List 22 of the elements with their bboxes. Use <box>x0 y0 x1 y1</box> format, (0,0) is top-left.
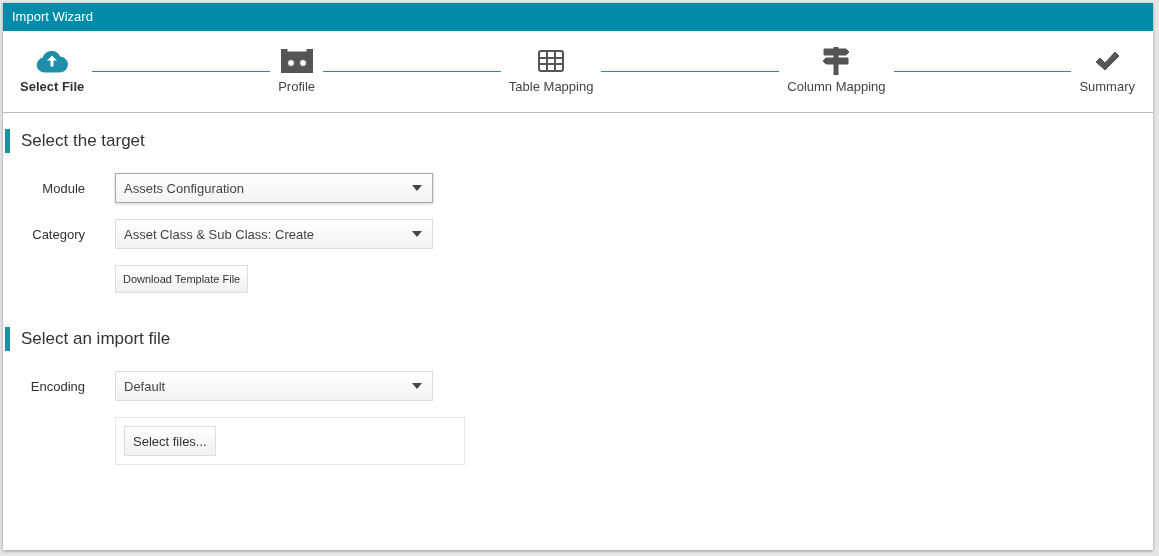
wizard-step[interactable]: Select File <box>20 47 85 94</box>
select-files-button[interactable]: Select files... <box>124 426 216 456</box>
field-label: Module <box>41 180 85 196</box>
download-button[interactable]: Download Template File <box>115 265 249 293</box>
wizard-step[interactable]: Profile <box>278 47 315 94</box>
signpost-icon <box>822 47 851 75</box>
dropdown[interactable]: Assets Configuration <box>115 173 433 203</box>
field-label: Encoding <box>29 378 85 394</box>
field-label: Category <box>31 226 85 242</box>
wizard-step[interactable]: Summary <box>1079 47 1135 94</box>
dropdown-arrow-icon <box>412 383 422 389</box>
dropdown[interactable]: Default <box>115 371 433 401</box>
section-heading: Select the target <box>5 129 1153 153</box>
section-heading: Select an import file <box>5 327 1153 351</box>
wizard-step[interactable]: Column Mapping <box>787 47 886 94</box>
dropdown[interactable]: Asset Class & Sub Class: Create <box>115 219 433 249</box>
dropdown-arrow-icon <box>412 185 422 191</box>
cassette-icon <box>280 47 313 75</box>
dropdown-arrow-icon <box>412 231 422 237</box>
table-icon <box>538 47 565 75</box>
wizard-step[interactable]: Table Mapping <box>508 47 594 94</box>
window-title: Import Wizard <box>3 3 1153 31</box>
